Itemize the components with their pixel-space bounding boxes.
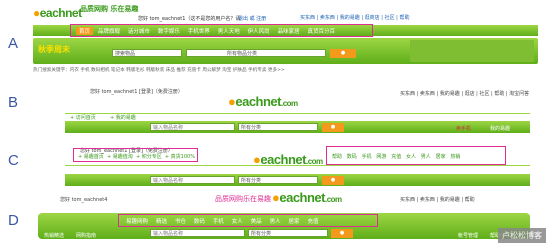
menu-d-sell[interactable]: 卖东西 [420, 197, 435, 203]
tab-c-help[interactable]: 帮助 [332, 154, 342, 160]
sell-mobile-b[interactable]: 卖手机 [456, 125, 471, 132]
tabs-a: 首页 品牌旗舰 话分城市 数字娱乐 手机世界 男人天地 伊人风尚 品味家居 真货… [76, 27, 338, 35]
logo-b[interactable]: ●eachnet.com [228, 94, 298, 109]
nav-buy[interactable]: 买东西 [300, 15, 315, 21]
tab-c-hot[interactable]: 热销 [450, 154, 460, 160]
divider-c [65, 165, 530, 166]
btn-d-account[interactable]: 帐号管理 [458, 232, 478, 239]
tab-d-mobile[interactable]: 手机 [210, 217, 227, 225]
nav-sell[interactable]: 卖东西 [320, 15, 335, 21]
logo-d[interactable]: ●eachnet.com [272, 190, 342, 205]
nav-shop[interactable]: 逛商店 [365, 15, 380, 21]
nav-help[interactable]: 帮助 [399, 15, 409, 21]
tab-d-recharge[interactable]: 充值 [304, 217, 321, 225]
exit-link[interactable]: 退出 或 注册 [238, 15, 266, 22]
tab-genuine[interactable]: 真货百分百 [305, 27, 339, 35]
tab-d-women[interactable]: 女人 [229, 217, 246, 225]
watermark: 卢松松博客 [498, 228, 546, 243]
link-genuine-c[interactable]: + 真货100% [165, 154, 195, 160]
tab-d-main[interactable]: 易趣网购 [123, 217, 151, 225]
link-home-c[interactable]: + 易趣首页 [78, 154, 104, 160]
nav-my-b[interactable]: + 我的易趣 [110, 114, 136, 121]
tab-digital[interactable]: 数字娱乐 [155, 27, 183, 35]
top-nav-b: 买东西 | 卖东西 | 我的易趣 | 逛店 | 社区 | 帮助 | 淘宝问答 [400, 91, 530, 97]
menu-d-help[interactable]: 帮助 [465, 197, 475, 203]
menu-d: 买东西 | 卖东西 | 我的易趣 | 帮助 [400, 197, 475, 203]
search-button-a[interactable]: ● [330, 49, 356, 58]
label-c: C [8, 152, 19, 169]
promo-a: 秋季周末 [38, 45, 70, 54]
hot-keywords: 热门搜索关键字：内衣 手机 数码相机 笔记本 韩版毛衫 韩版秋装 床品 推荐 充… [33, 68, 285, 73]
tab-home-goods[interactable]: 品味家居 [275, 27, 303, 35]
top-nav-a: 买东西 | 卖东西 | 我的易趣 | 逛商店 | 社区 | 帮助 [300, 15, 410, 21]
tab-d-select[interactable]: 精选 [153, 217, 170, 225]
menu-d-buy[interactable]: 买东西 [400, 197, 415, 203]
search-button-c[interactable]: ● [322, 176, 344, 185]
tab-c-recharge[interactable]: 充值 [391, 154, 401, 160]
my-b[interactable]: 我的易趣 [490, 125, 510, 132]
tabs-d: 易趣网购 精选 书仓 数码 手机 女人 美品 男人 居家 充值 [123, 217, 321, 225]
tabs-c: 帮助 数码 手机 网游 充值 女人 男人 居家 热销 [332, 153, 460, 160]
link-value-c[interactable]: + 易趣值淘 [107, 154, 133, 160]
logo-a[interactable]: ●eachnet [33, 6, 82, 20]
search-input-b[interactable]: 输入物品名称 [150, 123, 235, 131]
category-select-d[interactable]: 所有分类 [248, 229, 328, 237]
tab-mobile[interactable]: 手机世界 [185, 27, 213, 35]
category-select-b[interactable]: 所有分类 [238, 123, 318, 131]
tab-d-books[interactable]: 书仓 [172, 217, 189, 225]
search-button-b[interactable]: ● [322, 123, 344, 132]
tab-c-men[interactable]: 男人 [421, 154, 431, 160]
label-b: B [8, 94, 19, 111]
tab-c-digital[interactable]: 数码 [347, 154, 357, 160]
search-input-a[interactable]: 搜索物品 [112, 49, 182, 57]
nav-community[interactable]: 社区 [385, 15, 395, 21]
tab-city[interactable]: 话分城市 [125, 27, 153, 35]
label-d: D [8, 212, 19, 229]
tab-d-digital[interactable]: 数码 [191, 217, 208, 225]
category-select-c[interactable]: 所有分类 [238, 176, 318, 184]
btn-d-guide[interactable]: 网购指南 [76, 232, 96, 239]
ad-banner-a[interactable] [410, 40, 534, 62]
welcome-b: 您好 tom_eachnet1 [登录]（免费注册） [90, 89, 183, 95]
btn-d-hot[interactable]: 热销精选 [44, 232, 64, 239]
nav-my[interactable]: 我的易趣 [340, 15, 360, 21]
links-c: + 易趣首页 + 易趣值淘 + 积分专区 + 真货100% [78, 153, 195, 160]
tab-c-games[interactable]: 网游 [376, 154, 386, 160]
tab-c-mobile[interactable]: 手机 [362, 154, 372, 160]
tab-d-men[interactable]: 男人 [267, 217, 284, 225]
tab-home[interactable]: 首页 [76, 27, 94, 35]
tab-d-home[interactable]: 居家 [286, 217, 303, 225]
tab-brand[interactable]: 品牌旗舰 [95, 27, 123, 35]
tab-c-home[interactable]: 居家 [436, 154, 446, 160]
tab-c-women[interactable]: 女人 [406, 154, 416, 160]
welcome-a: 您好 tom_eachnet1（这不是您的用户名？请 [138, 16, 241, 22]
welcome-d: 您好 tom_eachnet4 [60, 197, 108, 203]
tab-d-beauty[interactable]: 美品 [248, 217, 265, 225]
slogan: 品质网购 乐在易趣 [80, 5, 139, 13]
slogan-d: 品质网购乐在易趣 [215, 195, 271, 203]
tab-men[interactable]: 男人天地 [215, 27, 243, 35]
label-a: A [8, 35, 19, 52]
search-button-d[interactable]: ● [331, 229, 353, 238]
tab-women[interactable]: 伊人风尚 [245, 27, 273, 35]
nav-home-b[interactable]: + 访问首页 [70, 114, 96, 121]
menu-d-my[interactable]: 我的易趣 [440, 197, 460, 203]
category-select-a[interactable]: 所有物品分类 [186, 49, 326, 57]
search-input-c[interactable]: 输入物品名称 [150, 176, 235, 184]
search-input-d[interactable]: 输入物品名称 [150, 229, 245, 237]
link-points-c[interactable]: + 积分专区 [136, 154, 162, 160]
